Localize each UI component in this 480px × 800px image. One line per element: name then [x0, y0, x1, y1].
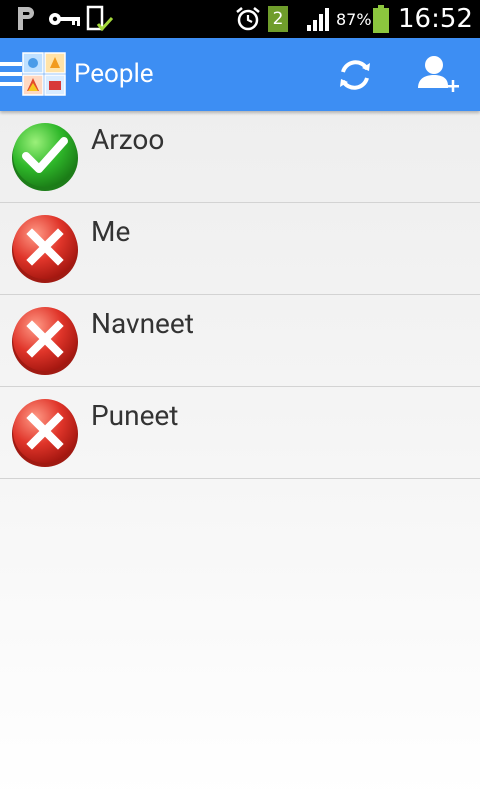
list-item[interactable]: Me — [0, 203, 480, 295]
add-person-button[interactable] — [410, 48, 466, 102]
battery-icon — [372, 0, 392, 38]
sim-badge: 2 — [268, 6, 288, 32]
phone-check-icon — [86, 0, 116, 38]
offline-cross-icon — [12, 307, 78, 375]
refresh-button[interactable] — [330, 50, 380, 100]
sim-2-icon: 2 — [268, 0, 292, 38]
offline-cross-icon — [12, 215, 78, 283]
clock-time: 16:52 — [398, 4, 473, 34]
person-name: Arzoo — [91, 123, 165, 156]
drawer-toggle-button[interactable] — [0, 38, 70, 111]
offline-cross-icon — [12, 399, 78, 467]
person-name: Navneet — [91, 307, 194, 340]
p-notification-icon — [14, 0, 42, 38]
person-name: Puneet — [91, 399, 179, 432]
add-person-icon — [418, 56, 459, 92]
online-check-icon — [12, 123, 78, 191]
list-item[interactable]: Arzoo — [0, 111, 480, 203]
refresh-icon — [340, 60, 370, 90]
list-item[interactable]: Navneet — [0, 295, 480, 387]
app-logo-icon — [22, 52, 66, 96]
list-item[interactable]: Puneet — [0, 387, 480, 479]
alarm-icon — [234, 0, 262, 38]
key-icon — [48, 0, 82, 38]
action-bar: People — [0, 38, 480, 111]
page-title: People — [74, 59, 154, 89]
menu-icon — [0, 62, 22, 86]
person-name: Me — [91, 215, 131, 248]
signal-icon — [306, 0, 334, 38]
battery-percent: 87% — [336, 9, 372, 29]
status-bar: 2 87% 16:52 — [0, 0, 480, 38]
people-list: Arzoo Me Navneet Puneet — [0, 111, 480, 479]
